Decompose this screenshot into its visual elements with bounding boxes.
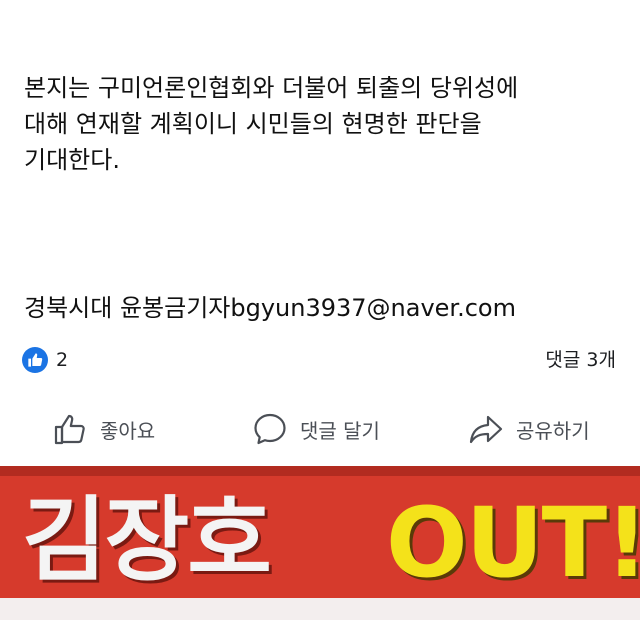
comment-bubble-icon — [254, 413, 286, 445]
like-count[interactable]: 2 — [56, 346, 68, 374]
protest-banner-image: 김장호 OUT! — [0, 466, 640, 620]
reaction-stats-bar: 2 댓글 3개 — [22, 346, 618, 376]
post-action-bar: 좋아요 댓글 달기 공유하기 — [0, 408, 640, 450]
post-body-line-2: 대해 연재할 계획이니 시민들의 현명한 판단을 — [24, 110, 482, 138]
post-signature: 경북시대 윤봉금기자bgyun3937@naver.com — [24, 294, 516, 322]
share-button[interactable]: 공유하기 — [468, 408, 590, 450]
like-button[interactable]: 좋아요 — [52, 408, 155, 450]
thumbs-up-icon[interactable] — [22, 347, 48, 373]
post-body: 본지는 구미언론인협회와 더불어 퇴출의 당위성에 대해 연재할 계획이니 시민… — [24, 70, 620, 178]
post-body-line-3: 기대한다. — [24, 146, 120, 174]
banner-bottom-edge — [0, 598, 640, 620]
comment-button[interactable]: 댓글 달기 — [252, 408, 380, 450]
banner-name-text: 김장호 — [22, 487, 272, 594]
comment-button-label: 댓글 달기 — [300, 418, 380, 443]
comment-count[interactable]: 댓글 3개 — [545, 346, 616, 374]
share-button-label: 공유하기 — [516, 418, 590, 443]
banner-top-edge — [0, 466, 640, 476]
post-body-line-1: 본지는 구미언론인협회와 더불어 퇴출의 당위성에 — [24, 74, 519, 102]
like-outline-icon — [54, 414, 85, 445]
banner-out-text: OUT! — [386, 487, 640, 599]
like-button-label: 좋아요 — [100, 418, 156, 443]
share-arrow-icon — [469, 415, 503, 444]
